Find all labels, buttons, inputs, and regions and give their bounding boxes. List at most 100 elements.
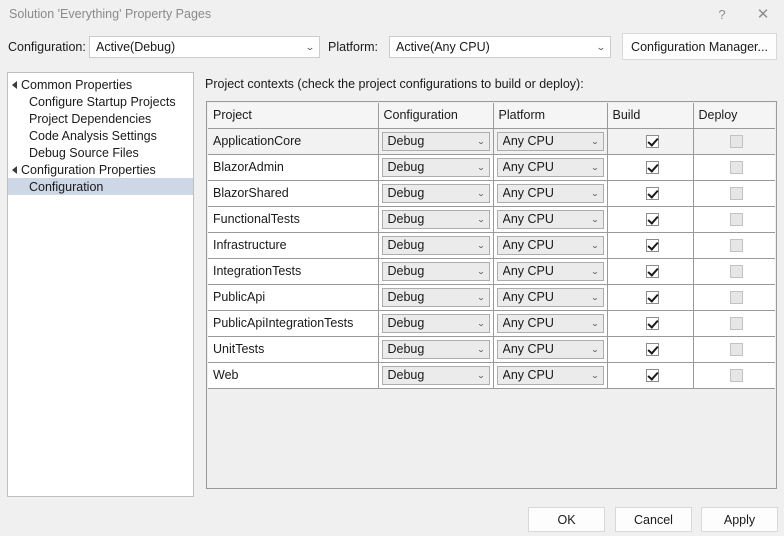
row-configuration-select[interactable]: Debug⌄: [382, 158, 490, 177]
row-configuration-select[interactable]: Debug⌄: [382, 210, 490, 229]
cell-project[interactable]: PublicApiIntegrationTests: [208, 310, 378, 336]
cell-project[interactable]: Infrastructure: [208, 232, 378, 258]
close-icon[interactable]: ✕: [742, 0, 784, 28]
row-configuration-select[interactable]: Debug⌄: [382, 236, 490, 255]
expander-collapse-icon[interactable]: [8, 81, 21, 89]
row-platform-select[interactable]: Any CPU⌄: [497, 210, 604, 229]
column-header-configuration[interactable]: Configuration: [378, 103, 493, 128]
platform-select[interactable]: Active(Any CPU) ⌄: [389, 36, 611, 58]
row-platform-select[interactable]: Any CPU⌄: [497, 288, 604, 307]
table-row[interactable]: UnitTestsDebug⌄ Any CPU⌄: [208, 336, 775, 362]
cell-build: [607, 206, 693, 232]
table-row[interactable]: IntegrationTestsDebug⌄ Any CPU⌄: [208, 258, 775, 284]
expander-collapse-icon[interactable]: [8, 166, 21, 174]
help-icon[interactable]: ?: [702, 0, 742, 28]
tree-item-configure-startup-projects[interactable]: Configure Startup Projects: [8, 93, 193, 110]
cell-project[interactable]: Web: [208, 362, 378, 388]
row-configuration-select-value: Debug: [388, 368, 473, 382]
build-checkbox[interactable]: [646, 265, 659, 278]
apply-button[interactable]: Apply: [701, 507, 778, 532]
cell-project[interactable]: ApplicationCore: [208, 128, 378, 154]
table-row[interactable]: ApplicationCoreDebug⌄ Any CPU⌄: [208, 128, 775, 154]
chevron-down-icon: ⌄: [584, 137, 605, 146]
cell-deploy: [693, 336, 775, 362]
cell-build: [607, 336, 693, 362]
table-row[interactable]: PublicApiIntegrationTestsDebug⌄ Any CPU⌄: [208, 310, 775, 336]
tree-item-project-dependencies[interactable]: Project Dependencies: [8, 110, 193, 127]
cell-build: [607, 128, 693, 154]
cell-project[interactable]: IntegrationTests: [208, 258, 378, 284]
row-configuration-select[interactable]: Debug⌄: [382, 288, 490, 307]
tree-item-debug-source-files[interactable]: Debug Source Files: [8, 144, 193, 161]
cell-project[interactable]: UnitTests: [208, 336, 378, 362]
table-row[interactable]: BlazorSharedDebug⌄Any CPU⌄: [208, 180, 775, 206]
chevron-down-icon: ⌄: [470, 293, 491, 302]
column-header-project[interactable]: Project: [208, 103, 378, 128]
row-platform-select[interactable]: Any CPU⌄: [497, 132, 604, 151]
configuration-manager-button[interactable]: Configuration Manager...: [622, 33, 777, 60]
row-configuration-select[interactable]: Debug⌄: [382, 184, 490, 203]
table-row[interactable]: InfrastructureDebug⌄ Any CPU⌄: [208, 232, 775, 258]
column-header-deploy[interactable]: Deploy: [693, 103, 775, 128]
build-checkbox[interactable]: [646, 239, 659, 252]
table-row[interactable]: WebDebug⌄Any CPU⌄: [208, 362, 775, 388]
build-checkbox[interactable]: [646, 213, 659, 226]
row-configuration-select[interactable]: Debug⌄: [382, 262, 490, 281]
deploy-checkbox: [730, 265, 743, 278]
build-checkbox[interactable]: [646, 343, 659, 356]
properties-tree[interactable]: Common PropertiesConfigure Startup Proje…: [7, 72, 194, 497]
tree-item-configuration[interactable]: Configuration: [8, 178, 193, 195]
cell-project[interactable]: BlazorAdmin: [208, 154, 378, 180]
cell-project[interactable]: FunctionalTests: [208, 206, 378, 232]
cell-platform: Any CPU⌄: [493, 128, 607, 154]
row-configuration-select[interactable]: Debug⌄: [382, 366, 490, 385]
row-platform-select[interactable]: Any CPU⌄: [497, 314, 604, 333]
build-checkbox[interactable]: [646, 187, 659, 200]
table-row[interactable]: BlazorAdminDebug⌄ Any CPU⌄: [208, 154, 775, 180]
table-row[interactable]: FunctionalTestsDebug⌄ Any CPU⌄: [208, 206, 775, 232]
tree-item-configuration-properties[interactable]: Configuration Properties: [8, 161, 193, 178]
ok-button[interactable]: OK: [528, 507, 605, 532]
build-checkbox[interactable]: [646, 369, 659, 382]
build-checkbox[interactable]: [646, 317, 659, 330]
row-configuration-select-value: Debug: [388, 186, 473, 200]
cell-configuration: Debug⌄: [378, 128, 493, 154]
tree-item-code-analysis-settings[interactable]: Code Analysis Settings: [8, 127, 193, 144]
row-platform-select[interactable]: Any CPU⌄: [497, 184, 604, 203]
chevron-down-icon: ⌄: [589, 42, 613, 53]
row-configuration-select-value: Debug: [388, 290, 473, 304]
column-header-build[interactable]: Build: [607, 103, 693, 128]
row-configuration-select[interactable]: Debug⌄: [382, 340, 490, 359]
column-header-platform[interactable]: Platform: [493, 103, 607, 128]
cancel-button[interactable]: Cancel: [615, 507, 692, 532]
row-platform-select-value: Any CPU: [503, 160, 587, 174]
build-checkbox-wrap: [613, 207, 693, 232]
triangle-icon: [12, 81, 17, 89]
tree-item-label: Configuration: [29, 180, 103, 194]
window-title: Solution 'Everything' Property Pages: [0, 7, 211, 21]
row-platform-select[interactable]: Any CPU⌄: [497, 158, 604, 177]
chevron-down-icon: ⌄: [584, 189, 605, 198]
cell-project[interactable]: PublicApi: [208, 284, 378, 310]
build-checkbox[interactable]: [646, 161, 659, 174]
cell-project[interactable]: BlazorShared: [208, 180, 378, 206]
row-configuration-select[interactable]: Debug⌄: [382, 314, 490, 333]
configuration-select[interactable]: Active(Debug) ⌄: [89, 36, 320, 58]
row-platform-select[interactable]: Any CPU⌄: [497, 236, 604, 255]
project-contexts-grid[interactable]: Project Configuration Platform Build Dep…: [206, 101, 777, 489]
build-checkbox[interactable]: [646, 135, 659, 148]
row-platform-select[interactable]: Any CPU⌄: [497, 340, 604, 359]
tree-item-label: Project Dependencies: [29, 112, 151, 126]
row-platform-select[interactable]: Any CPU⌄: [497, 262, 604, 281]
row-configuration-select[interactable]: Debug⌄: [382, 132, 490, 151]
table-header-row: Project Configuration Platform Build Dep…: [208, 103, 775, 128]
build-checkbox[interactable]: [646, 291, 659, 304]
chevron-down-icon: ⌄: [584, 371, 605, 380]
platform-select-value: Active(Any CPU): [396, 40, 592, 54]
property-pages-dialog: Solution 'Everything' Property Pages ? ✕…: [0, 0, 784, 536]
deploy-checkbox-wrap: [699, 207, 776, 232]
tree-item-common-properties[interactable]: Common Properties: [8, 76, 193, 93]
table-row[interactable]: PublicApiDebug⌄Any CPU⌄: [208, 284, 775, 310]
row-platform-select[interactable]: Any CPU⌄: [497, 366, 604, 385]
build-checkbox-wrap: [613, 181, 693, 206]
